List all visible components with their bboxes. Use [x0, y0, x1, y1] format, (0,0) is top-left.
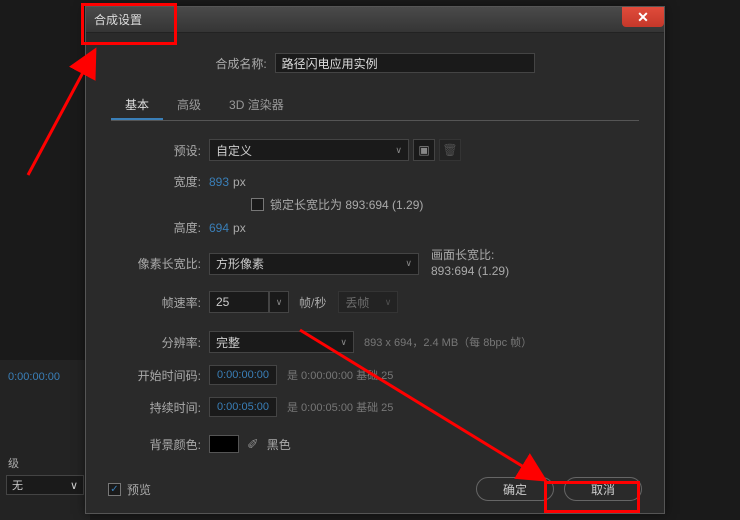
eyedropper-icon[interactable]: ✐ [247, 436, 259, 453]
preset-select[interactable]: 自定义 ∨ [209, 139, 409, 161]
dialog-body: 合成名称: 基本 高级 3D 渲染器 预设: 自定义 ∨ ▣ 🗑 宽度: [86, 33, 664, 475]
preview-checkbox[interactable] [108, 483, 121, 496]
comp-name-label: 合成名称: [215, 55, 266, 72]
framerate-row: 帧速率: 25 ∨ 帧/秒 丢帧 ∨ [111, 291, 639, 313]
preset-value: 自定义 [216, 142, 252, 159]
footer-buttons: 确定 取消 [476, 477, 642, 501]
height-row: 高度: 694 px [111, 219, 639, 236]
bg-color-row: 背景颜色: ✐ 黑色 [111, 435, 639, 453]
pixel-aspect-row: 像素长宽比: 方形像素 ∨ 画面长宽比: 893:694 (1.29) [111, 248, 639, 279]
pixel-aspect-select[interactable]: 方形像素 ∨ [209, 253, 419, 275]
preset-label: 预设: [111, 142, 201, 159]
resolution-select[interactable]: 完整 ∨ [209, 331, 354, 353]
tab-advanced[interactable]: 高级 [163, 91, 215, 120]
frame-aspect-value: 893:694 (1.29) [431, 264, 509, 280]
framerate-unit: 帧/秒 [299, 294, 326, 311]
preset-save-button[interactable]: ▣ [413, 139, 435, 161]
dropframe-select: 丢帧 ∨ [338, 291, 398, 313]
comp-name-input[interactable] [275, 53, 535, 73]
tab-3d-renderer[interactable]: 3D 渲染器 [215, 91, 298, 120]
lock-aspect-row: 锁定长宽比为 893:694 (1.29) [251, 196, 639, 213]
framerate-value: 25 [216, 295, 229, 309]
preview-check[interactable]: 预览 [108, 481, 151, 498]
ok-button[interactable]: 确定 [476, 477, 554, 501]
resolution-label: 分辨率: [111, 334, 201, 351]
resolution-value: 完整 [216, 334, 240, 351]
chevron-down-icon: ∨ [276, 297, 283, 308]
pixel-aspect-label: 像素长宽比: [111, 255, 201, 272]
chevron-down-icon: ∨ [395, 145, 402, 156]
framerate-dropdown-button[interactable]: ∨ [269, 291, 289, 313]
height-unit: px [233, 221, 246, 235]
bg-color-name: 黑色 [267, 436, 291, 453]
close-button[interactable]: ✕ [622, 7, 664, 27]
framerate-label: 帧速率: [111, 294, 201, 311]
comp-name-row: 合成名称: [111, 53, 639, 73]
start-tc-info: 是 0:00:00:00 基础 25 [287, 367, 393, 383]
frame-aspect-info: 画面长宽比: 893:694 (1.29) [431, 248, 509, 279]
preset-delete-button[interactable]: 🗑 [439, 139, 461, 161]
duration-input[interactable] [209, 397, 277, 417]
preview-label: 预览 [127, 481, 151, 498]
width-value[interactable]: 893 [209, 175, 229, 189]
bg-color-swatch[interactable] [209, 435, 239, 453]
cancel-button[interactable]: 取消 [564, 477, 642, 501]
chevron-down-icon: ∨ [340, 337, 347, 348]
close-icon: ✕ [637, 9, 649, 26]
width-label: 宽度: [111, 173, 201, 190]
titlebar[interactable]: 合成设置 ✕ [86, 7, 664, 33]
bg-dropdown-value: 无 [12, 477, 23, 493]
resolution-info: 893 x 694，2.4 MB（每 8bpc 帧） [364, 334, 532, 350]
bg-level-label: 级 [8, 455, 19, 471]
pixel-aspect-value: 方形像素 [216, 255, 264, 272]
width-unit: px [233, 175, 246, 189]
framerate-select[interactable]: 25 [209, 291, 269, 313]
start-tc-label: 开始时间码: [111, 367, 201, 384]
tab-basic[interactable]: 基本 [111, 91, 163, 120]
start-tc-input[interactable] [209, 365, 277, 385]
background-panel: 0:00:00:00 级 无 ∨ [0, 360, 90, 520]
save-icon: ▣ [418, 143, 429, 157]
frame-aspect-label: 画面长宽比: [431, 248, 509, 264]
dialog-title: 合成设置 [94, 11, 142, 28]
dropframe-value: 丢帧 [345, 294, 369, 311]
tabs: 基本 高级 3D 渲染器 [111, 91, 639, 121]
dialog-footer: 预览 确定 取消 [108, 477, 642, 501]
width-row: 宽度: 893 px [111, 173, 639, 190]
trash-icon: 🗑 [442, 143, 457, 157]
resolution-row: 分辨率: 完整 ∨ 893 x 694，2.4 MB（每 8bpc 帧） [111, 331, 639, 353]
chevron-down-icon: ∨ [405, 258, 412, 269]
lock-aspect-checkbox[interactable] [251, 198, 264, 211]
duration-row: 持续时间: 是 0:00:05:00 基础 25 [111, 397, 639, 417]
composition-settings-dialog: 合成设置 ✕ 合成名称: 基本 高级 3D 渲染器 预设: 自定义 ∨ ▣ [85, 6, 665, 514]
bg-dropdown[interactable]: 无 ∨ [6, 475, 84, 495]
lock-aspect-label: 锁定长宽比为 893:694 (1.29) [270, 196, 423, 213]
bg-color-label: 背景颜色: [111, 436, 201, 453]
preset-row: 预设: 自定义 ∨ ▣ 🗑 [111, 139, 639, 161]
height-value[interactable]: 694 [209, 221, 229, 235]
bg-timecode: 0:00:00:00 [8, 371, 60, 383]
chevron-down-icon: ∨ [385, 297, 392, 308]
duration-info: 是 0:00:05:00 基础 25 [287, 399, 393, 415]
height-label: 高度: [111, 219, 201, 236]
duration-label: 持续时间: [111, 399, 201, 416]
start-timecode-row: 开始时间码: 是 0:00:00:00 基础 25 [111, 365, 639, 385]
chevron-down-icon: ∨ [70, 479, 78, 492]
